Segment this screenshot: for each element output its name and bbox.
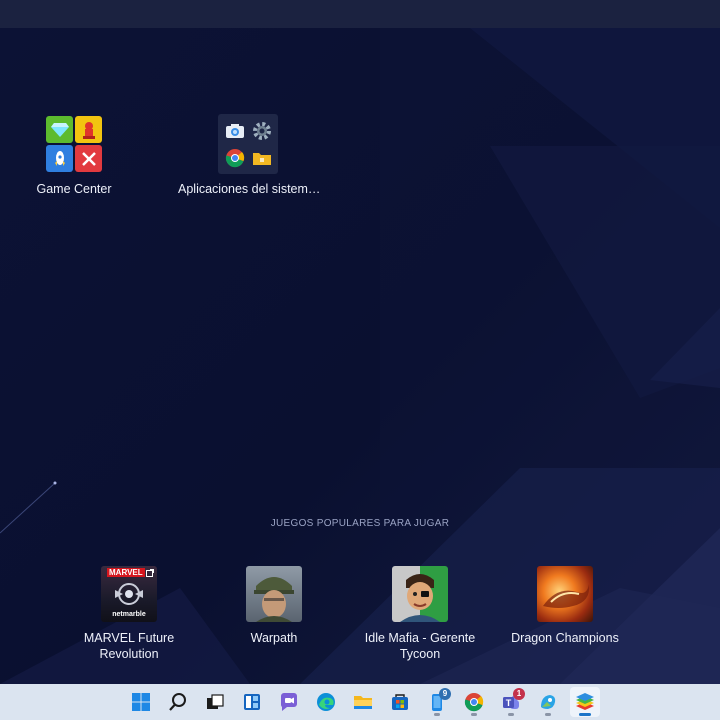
- taskbar-file-explorer-button[interactable]: [348, 687, 378, 717]
- chat-icon: [281, 693, 297, 711]
- game-label: Dragon Champions: [511, 631, 619, 645]
- game-label: Idle Mafia - Gerente Tycoon: [364, 631, 476, 661]
- store-icon: [392, 694, 408, 710]
- external-link-icon: [146, 569, 154, 577]
- marvel-future-revolution-icon: MARVEL netmarble: [101, 566, 157, 622]
- game-label: MARVEL Future Revolution: [83, 631, 175, 661]
- active-indicator: [579, 713, 591, 716]
- folder-icon: [354, 696, 372, 709]
- widgets-icon: [244, 694, 260, 710]
- notification-badge: 9: [439, 688, 451, 700]
- desktop-icon-system-apps[interactable]: Aplicaciones del sistem…: [178, 114, 321, 196]
- taskbar-task-view-button[interactable]: [200, 687, 230, 717]
- desktop-icon-game-center[interactable]: Game Center: [4, 114, 144, 196]
- settings-gear-icon: [250, 119, 273, 142]
- running-indicator: [545, 713, 551, 716]
- windows-logo-icon: [132, 693, 150, 711]
- taskbar-chat-button[interactable]: [274, 687, 304, 717]
- taskbar-edge-button[interactable]: [311, 687, 341, 717]
- task-view-icon: [207, 694, 224, 709]
- edge-browser-icon: [317, 693, 335, 711]
- game-label: Warpath: [250, 631, 298, 645]
- idle-mafia-icon: [392, 566, 448, 622]
- popular-game-warpath[interactable]: Warpath: [201, 566, 347, 646]
- chrome-icon: [464, 693, 484, 712]
- warpath-icon: [246, 566, 302, 622]
- taskbar-search-button[interactable]: [163, 687, 193, 717]
- netmarble-logo-text: netmarble: [112, 611, 146, 618]
- taskbar-teams-button[interactable]: T 1: [496, 687, 526, 717]
- taskbar-photos-button[interactable]: [533, 687, 563, 717]
- taskbar: 9 T 1: [0, 684, 720, 720]
- taskbar-start-button[interactable]: [126, 687, 156, 717]
- photos-icon: [541, 695, 556, 709]
- popular-game-marvel[interactable]: MARVEL netmarble MARVEL Future Revolutio…: [56, 566, 202, 662]
- dragon-champions-icon: [537, 566, 593, 622]
- svg-text:T: T: [506, 698, 512, 708]
- desktop-icon-label: Aplicaciones del sistem…: [178, 182, 321, 196]
- popular-game-idle-mafia[interactable]: Idle Mafia - Gerente Tycoon: [347, 566, 493, 662]
- system-apps-folder-icon: [218, 114, 278, 174]
- running-indicator: [434, 713, 440, 716]
- bluestacks-icon: [576, 693, 594, 710]
- taskbar-phone-link-button[interactable]: 9: [422, 687, 452, 717]
- window-top-bar: [0, 0, 720, 28]
- notification-badge: 1: [513, 688, 525, 700]
- camera-icon: [223, 119, 246, 142]
- search-icon: [169, 693, 186, 711]
- chrome-app-icon: [223, 146, 246, 169]
- popular-games-heading: JUEGOS POPULARES PARA JUGAR: [270, 518, 450, 529]
- file-manager-icon: [250, 146, 273, 169]
- game-center-icon: [44, 114, 104, 174]
- desktop-area: Game Center Aplicaciones del sistem… JUE…: [0, 28, 720, 684]
- running-indicator: [471, 713, 477, 716]
- taskbar-bluestacks-button[interactable]: [570, 687, 600, 717]
- taskbar-chrome-button[interactable]: [459, 687, 489, 717]
- popular-game-dragon-champions[interactable]: Dragon Champions: [492, 566, 638, 646]
- marvel-logo-text: MARVEL: [107, 568, 145, 577]
- running-indicator: [508, 713, 514, 716]
- desktop-icon-label: Game Center: [36, 182, 112, 196]
- taskbar-widgets-button[interactable]: [237, 687, 267, 717]
- taskbar-store-button[interactable]: [385, 687, 415, 717]
